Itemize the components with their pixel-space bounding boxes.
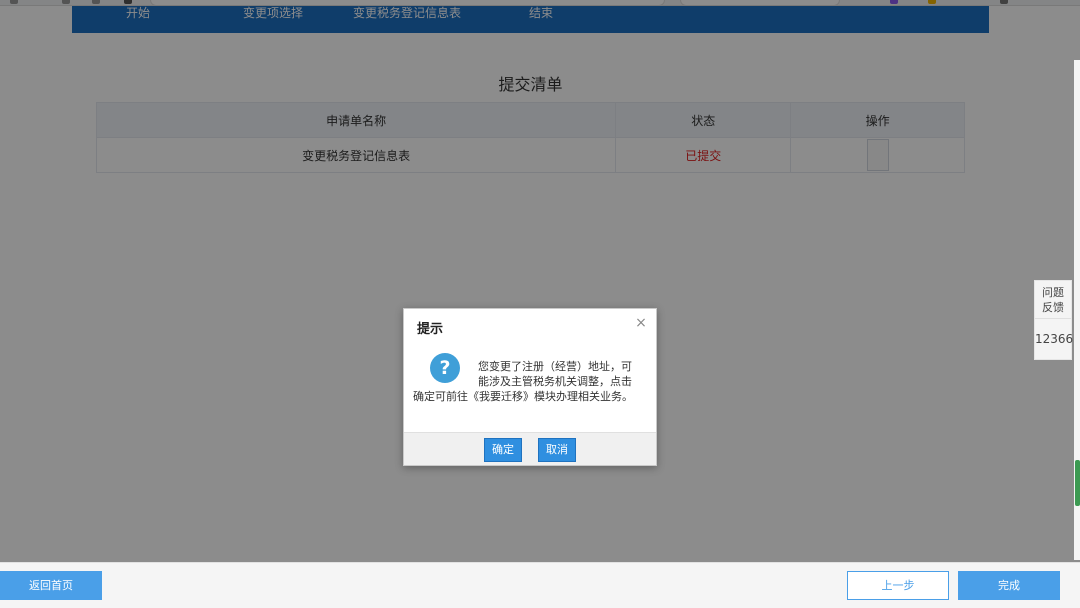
finish-button[interactable]: 完成 bbox=[958, 571, 1060, 600]
modal-overlay bbox=[0, 0, 1080, 562]
confirm-button[interactable]: 确定 bbox=[484, 438, 522, 462]
question-icon: ? bbox=[430, 353, 460, 383]
bottom-action-bar: 返回首页 上一步 完成 bbox=[0, 562, 1080, 608]
scrollbar-thumb[interactable] bbox=[1075, 460, 1080, 506]
back-to-home-button[interactable]: 返回首页 bbox=[0, 571, 102, 600]
dialog-body: 您变更了注册（经营）地址，可能涉及主管税务机关调整，点击确定可前往《我要迁移》模… bbox=[404, 341, 656, 432]
dialog-title: 提示 bbox=[417, 322, 444, 337]
dialog-footer: 确定 取消 bbox=[404, 432, 656, 465]
hotline-button[interactable]: 12366 bbox=[1035, 319, 1073, 359]
feedback-label-line2: 反馈 bbox=[1042, 301, 1064, 314]
dialog-header: 提示 × bbox=[404, 309, 656, 341]
close-icon[interactable]: × bbox=[634, 316, 648, 330]
cancel-button[interactable]: 取消 bbox=[538, 438, 576, 462]
previous-step-button[interactable]: 上一步 bbox=[847, 571, 949, 600]
prompt-dialog: 提示 × 您变更了注册（经营）地址，可能涉及主管税务机关调整，点击确定可前往《我… bbox=[403, 308, 657, 466]
feedback-label-line1: 问题 bbox=[1042, 286, 1064, 299]
side-help-widget: 问题 反馈 12366 bbox=[1034, 280, 1073, 360]
feedback-button[interactable]: 问题 反馈 bbox=[1035, 281, 1071, 319]
